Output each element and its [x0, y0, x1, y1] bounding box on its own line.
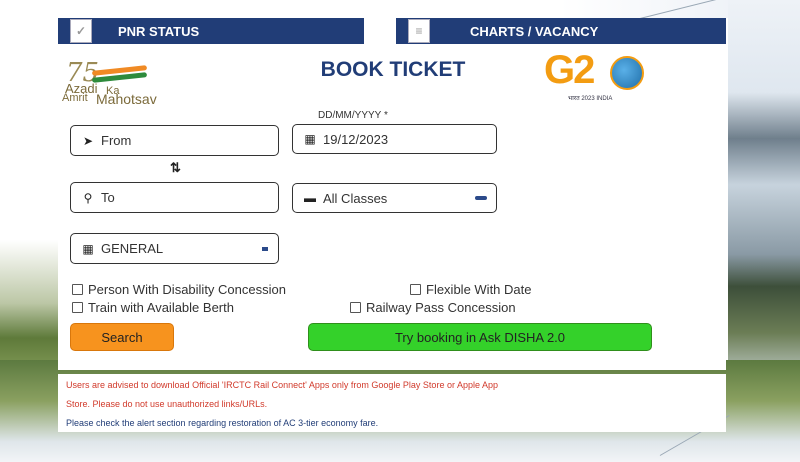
railway-pass-checkbox[interactable]: Railway Pass Concession [350, 300, 516, 315]
tab-charts-vacancy-label: CHARTS / VACANCY [470, 23, 599, 39]
calendar-icon: ▦ [304, 132, 316, 146]
notice-app-download: Users are advised to download Official '… [66, 380, 498, 390]
tab-pnr-status-label: PNR STATUS [118, 23, 200, 39]
swap-stations-icon[interactable]: ⇅ [170, 160, 181, 176]
to-station-input[interactable]: ⚲ To [70, 182, 279, 213]
ask-disha-button[interactable]: Try booking in Ask DISHA 2.0 [308, 323, 652, 351]
flexible-date-label: Flexible With Date [426, 282, 532, 297]
azadi-ka-amrit-mahotsav-logo: 75 Azadi Ka Amrit Mahotsav [62, 58, 182, 108]
class-select-value: All Classes [323, 190, 388, 206]
logo-text-mahotsav: Mahotsav [96, 91, 157, 107]
checkbox-box[interactable] [72, 284, 83, 295]
date-label: DD/MM/YYYY * [318, 110, 388, 121]
class-select[interactable]: ▬ All Classes [292, 183, 497, 213]
tab-charts-vacancy[interactable]: ≡ CHARTS / VACANCY [396, 18, 726, 44]
map-marker-icon: ⚲ [83, 190, 93, 205]
flexible-date-checkbox[interactable]: Flexible With Date [410, 282, 531, 297]
page-title: BOOK TICKET [320, 58, 466, 81]
logo-text-amrit: Amrit [62, 92, 88, 104]
railway-pass-label: Railway Pass Concession [366, 300, 516, 315]
location-arrow-icon: ➤ [82, 133, 94, 148]
quota-select[interactable]: ▦ GENERAL [70, 233, 279, 264]
dropdown-toggle-icon [262, 246, 268, 251]
checkbox-box[interactable] [350, 302, 361, 313]
checkbox-box[interactable] [72, 302, 83, 313]
g20-logo-caption: भारत 2023 INDIA [568, 96, 613, 102]
grid-icon: ▦ [82, 241, 94, 256]
document-list-icon: ≡ [408, 19, 430, 43]
journey-date-value: 19/12/2023 [323, 131, 389, 147]
dropdown-toggle-icon [475, 196, 487, 200]
briefcase-icon: ▬ [304, 191, 316, 205]
g20-logo-text: G2 [544, 48, 595, 92]
from-station-input[interactable]: ➤ From [70, 125, 279, 156]
quota-select-value: GENERAL [101, 241, 164, 256]
notice-app-download-cont: Store. Please do not use unauthorized li… [66, 399, 268, 409]
journey-date-input[interactable]: ▦ 19/12/2023 [292, 124, 497, 154]
tab-pnr-status[interactable]: ✓ PNR STATUS [58, 18, 364, 44]
available-berth-label: Train with Available Berth [88, 300, 234, 315]
globe-icon [610, 56, 644, 90]
from-station-placeholder: From [101, 133, 132, 148]
available-berth-checkbox[interactable]: Train with Available Berth [72, 300, 234, 315]
notice-ac-fare-link[interactable]: Please check the alert section regarding… [66, 418, 378, 428]
search-button[interactable]: Search [70, 323, 174, 351]
disability-concession-checkbox[interactable]: Person With Disability Concession [72, 282, 286, 297]
clipboard-check-icon: ✓ [70, 19, 92, 43]
g20-logo: G2 भारत 2023 INDIA [544, 48, 644, 104]
checkbox-box[interactable] [410, 284, 421, 295]
background-scenery-left [0, 240, 58, 380]
to-station-placeholder: To [101, 190, 115, 205]
disability-concession-label: Person With Disability Concession [88, 282, 286, 297]
